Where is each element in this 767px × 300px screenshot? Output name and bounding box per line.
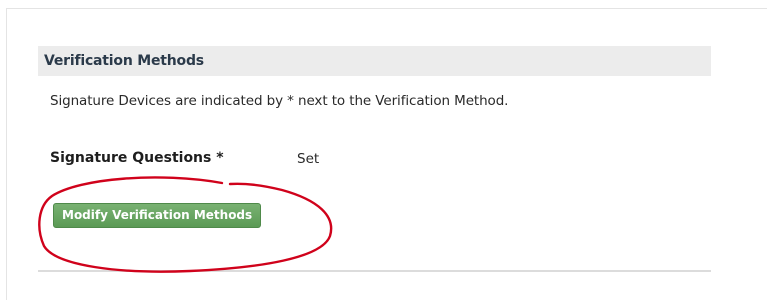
section-title: Verification Methods xyxy=(44,53,204,69)
help-text: Signature Devices are indicated by * nex… xyxy=(50,93,509,109)
verification-method-label: Signature Questions * xyxy=(50,150,224,166)
section-divider xyxy=(38,270,711,272)
section-header: Verification Methods xyxy=(38,46,711,76)
modify-verification-methods-button[interactable]: Modify Verification Methods xyxy=(53,203,262,228)
verification-method-status: Set xyxy=(297,151,320,167)
